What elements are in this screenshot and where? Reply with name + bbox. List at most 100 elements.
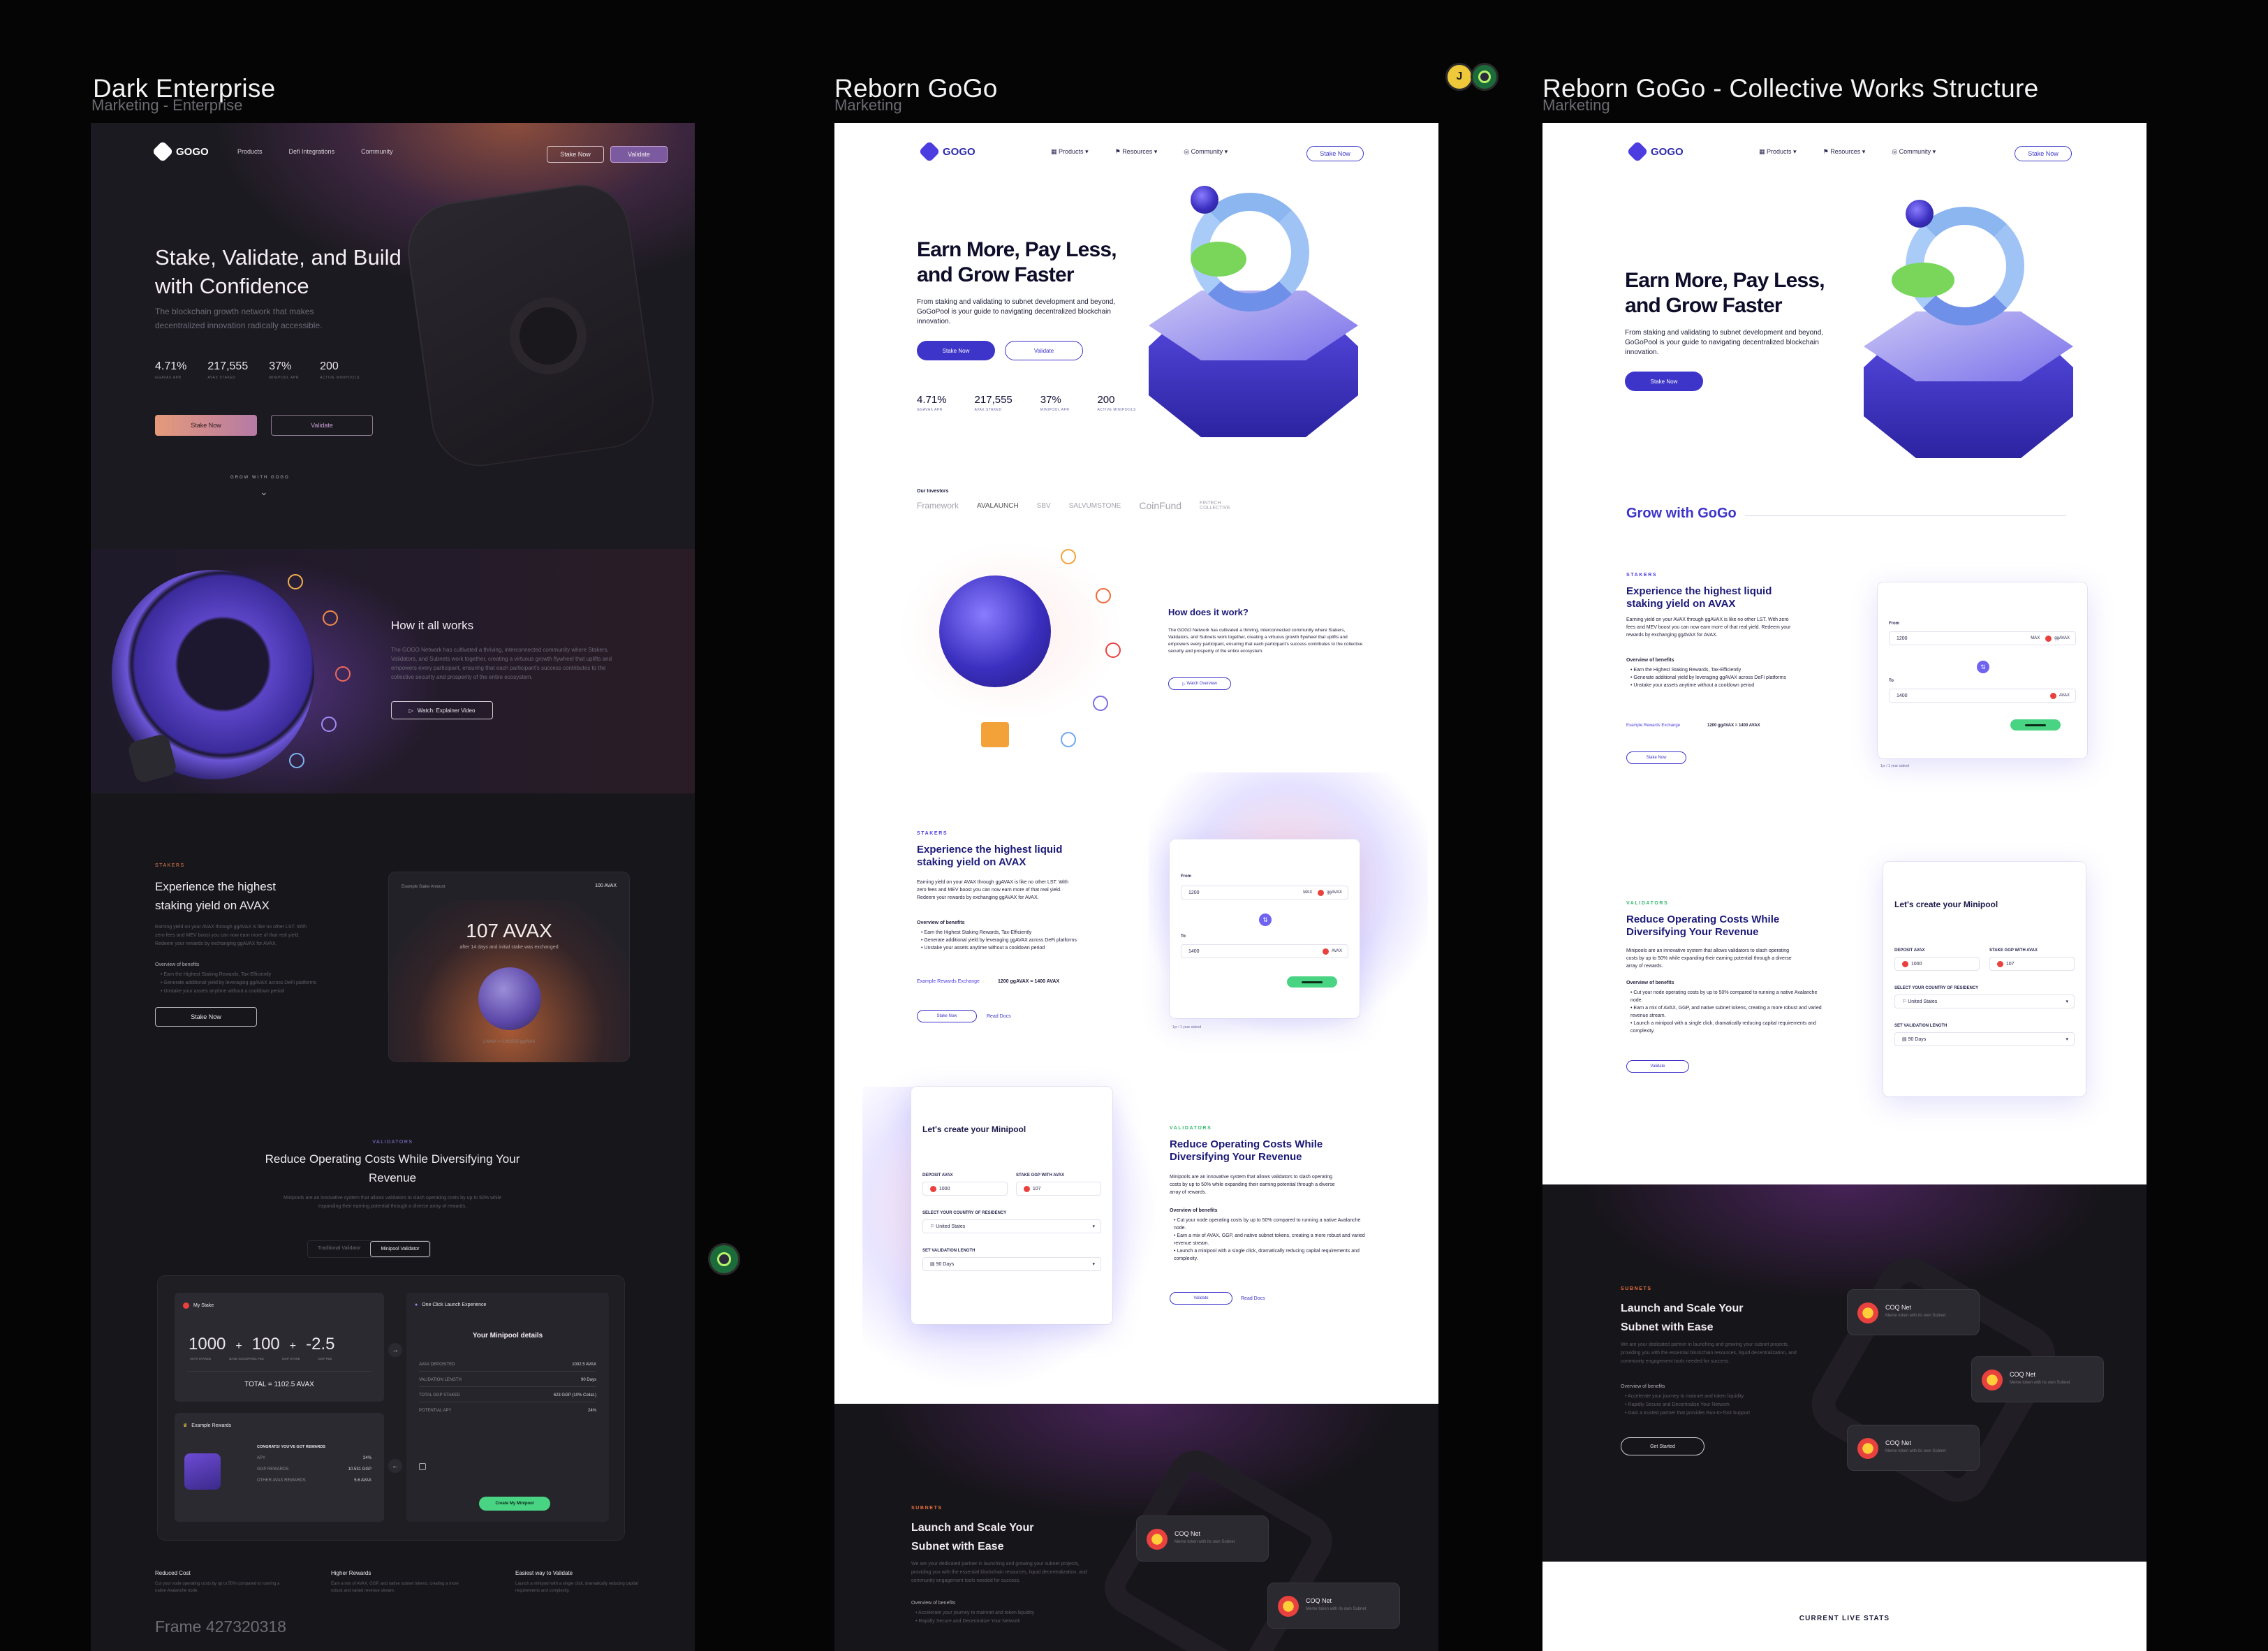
to-input[interactable]: 1400 AVAX [1889, 689, 2076, 703]
divider [187, 1371, 371, 1372]
benefit-item: • Earn the Highest Staking Rewards, Tax-… [161, 972, 272, 977]
trophy-icon: ♛ [183, 1423, 188, 1428]
validator-tabs: Traditional Validator Minipool Validator [307, 1240, 431, 1258]
nav-products[interactable]: ▦ Products ▾ [1759, 148, 1797, 156]
rocket-icon: ● [415, 1303, 418, 1307]
orbit-icon [1061, 732, 1076, 747]
swap-card: From 1200 MAX ggAVAX ⇅ To 1400 AVAX [1878, 582, 2087, 758]
hero-section: GOGO Products Defi Integrations Communit… [91, 123, 695, 549]
hero-illustration [1149, 186, 1414, 458]
hero-title: Earn More, Pay Less, and Grow Faster [1625, 269, 1825, 317]
swap-confirm-button[interactable] [2010, 719, 2061, 731]
length-select[interactable]: ▤ 90 Days ▾ [1894, 1032, 2075, 1046]
nav-resources[interactable]: ⚑ Resources ▾ [1823, 148, 1866, 156]
nav-stake-button[interactable]: Stake Now [2015, 146, 2072, 161]
ggp-input[interactable]: 107 [1989, 957, 2075, 971]
stakers-stake-button[interactable]: Stake Now [1626, 751, 1686, 764]
subnets-tag: SUBNETS [911, 1506, 943, 1511]
to-label: To [1889, 679, 1894, 683]
logo[interactable]: GOGO [918, 140, 975, 163]
stat: 37% MINIPOOL APR [1040, 394, 1070, 412]
nav-validate-button[interactable]: Validate [610, 146, 668, 163]
nav-defi[interactable]: Defi Integrations [289, 148, 335, 155]
benefit-item: • Earn a mix of AVAX, GGP, and native su… [1630, 1006, 1822, 1018]
country-select[interactable]: ⚐ United States ▾ [922, 1219, 1101, 1233]
hero-stake-button[interactable]: Stake Now [917, 341, 995, 360]
how-it-works-section: How it all works The GOGO Network has cu… [91, 549, 695, 793]
watch-video-button[interactable]: ▷ Watch: Explainer Video [391, 701, 493, 719]
length-label: SET VALIDATION LENGTH [922, 1249, 975, 1253]
my-stake-card: My Stake 1000 +100 + -2.5 AVAX STAKED BASE G… [175, 1293, 384, 1402]
subnet-card[interactable]: COQ Net Meme token with its own Subnet [1847, 1289, 1980, 1335]
hero-stake-button[interactable]: Stake Now [155, 415, 257, 436]
deposit-label: DEPOSIT AVAX [1894, 948, 1925, 953]
subnet-card[interactable]: COQ Net Meme token with its own Subnet [1971, 1356, 2104, 1402]
ggp-input[interactable]: 107 [1016, 1182, 1101, 1196]
create-minipool-button[interactable]: Create My Minipool [479, 1497, 550, 1511]
stat: 217,555 AVAX STAKED [207, 360, 249, 380]
nav-stake-button[interactable]: Stake Now [1306, 146, 1364, 161]
stakers-text: Earning yield on your AVAX through ggAVA… [917, 880, 1068, 900]
benefit-item: • Generate additional yield by leveragin… [921, 938, 1077, 943]
subnets-text: We are your dedicated partner in launchi… [911, 1562, 1087, 1583]
validate-button[interactable]: Validate [1170, 1292, 1232, 1305]
logo[interactable]: GOGO [152, 140, 209, 163]
from-label: From [1181, 874, 1191, 879]
deposit-input[interactable]: 1000 [1894, 957, 1980, 971]
nav-products[interactable]: ▦ Products ▾ [1051, 148, 1089, 156]
swap-arrows-icon[interactable]: ⇅ [1259, 913, 1272, 926]
country-select[interactable]: ⚐ United States ▾ [1894, 995, 2075, 1008]
avax-icon [2049, 692, 2056, 699]
nav-community[interactable]: ◎ Community ▾ [1892, 148, 1936, 156]
benefits-list: • Cut your node operating costs by up to… [1630, 989, 1826, 1035]
hero-validate-button[interactable]: Validate [271, 415, 373, 436]
read-docs-link[interactable]: Read Docs [987, 1013, 1011, 1020]
from-input[interactable]: 1200 MAX ggAVAX [1889, 631, 2076, 645]
chevron-down-icon[interactable]: ⌄ [260, 486, 268, 498]
subnet-card[interactable]: COQ Net Meme token with its own Subnet [1136, 1516, 1269, 1562]
deposit-input[interactable]: 1000 [922, 1182, 1008, 1196]
balloon-basket [981, 722, 1009, 747]
validate-button[interactable]: Validate [1626, 1060, 1689, 1073]
flag-icon: ⚐ [1902, 999, 1907, 1004]
to-input[interactable]: 1400 AVAX [1181, 944, 1348, 958]
subnet-card[interactable]: COQ Net Meme token with its own Subnet [1267, 1583, 1400, 1629]
nav-community[interactable]: ◎ Community ▾ [1184, 148, 1228, 156]
live-stats-title: CURRENT LIVE STATS [1799, 1615, 1890, 1622]
tab-traditional[interactable]: Traditional Validator [308, 1241, 370, 1257]
watch-overview-button[interactable]: ▷ Watch Overview [1168, 677, 1231, 690]
benefits-title: Overview of benefits [155, 962, 200, 967]
stakers-stake-button[interactable]: Stake Now [155, 1007, 257, 1027]
nav-stake-button[interactable]: Stake Now [547, 146, 604, 163]
benefit-item: • Earn a mix of AVAX, GGP, and native su… [1174, 1233, 1365, 1246]
frame-subtitle-reborn: Marketing [834, 96, 902, 114]
benefits-title: Overview of benefits [1626, 981, 1674, 985]
get-started-button[interactable]: Get Started [1621, 1437, 1704, 1455]
card-rate: 1 AVAX = 0.932535 ggAVAX [483, 1040, 536, 1044]
swap-confirm-button[interactable] [1287, 976, 1337, 988]
bot-avatar-floating[interactable] [708, 1243, 740, 1275]
tab-minipool[interactable]: Minipool Validator [370, 1241, 430, 1257]
country-label: SELECT YOUR COUNTRY OF RESIDENCY [1894, 986, 1979, 990]
user-avatar[interactable]: J [1445, 63, 1473, 91]
nav-products[interactable]: Products [237, 148, 263, 155]
nav-resources[interactable]: ⚑ Resources ▾ [1115, 148, 1158, 156]
read-docs-link[interactable]: Read Docs [1241, 1295, 1265, 1303]
length-select[interactable]: ▤ 90 Days ▾ [922, 1257, 1101, 1271]
benefits-title: Overview of benefits [1621, 1384, 1665, 1389]
from-input[interactable]: 1200 MAX ggAVAX [1181, 886, 1348, 900]
agree-checkbox[interactable] [419, 1463, 426, 1470]
play-icon: ▷ [408, 707, 413, 714]
validators-title: Reduce Operating Costs While Diversifyin… [1626, 913, 1780, 938]
subnet-card[interactable]: COQ Net Meme token with its own Subnet [1847, 1425, 1980, 1471]
chevron-down-icon: ▾ [2066, 1037, 2068, 1042]
nav-community[interactable]: Community [361, 148, 393, 155]
bot-avatar[interactable] [1471, 63, 1498, 91]
swap-arrows-icon[interactable]: ⇅ [1977, 661, 1989, 673]
logo[interactable]: GOGO [1626, 140, 1684, 163]
stakers-stake-button[interactable]: Stake Now [917, 1010, 977, 1022]
detail-row: TOTAL GGP STAKED 623 GGP (10% Collat.) [419, 1393, 596, 1397]
hero-stake-button[interactable]: Stake Now [1625, 372, 1703, 391]
hero-validate-button[interactable]: Validate [1005, 341, 1083, 360]
benefits-title: Overview of benefits [1170, 1208, 1218, 1213]
